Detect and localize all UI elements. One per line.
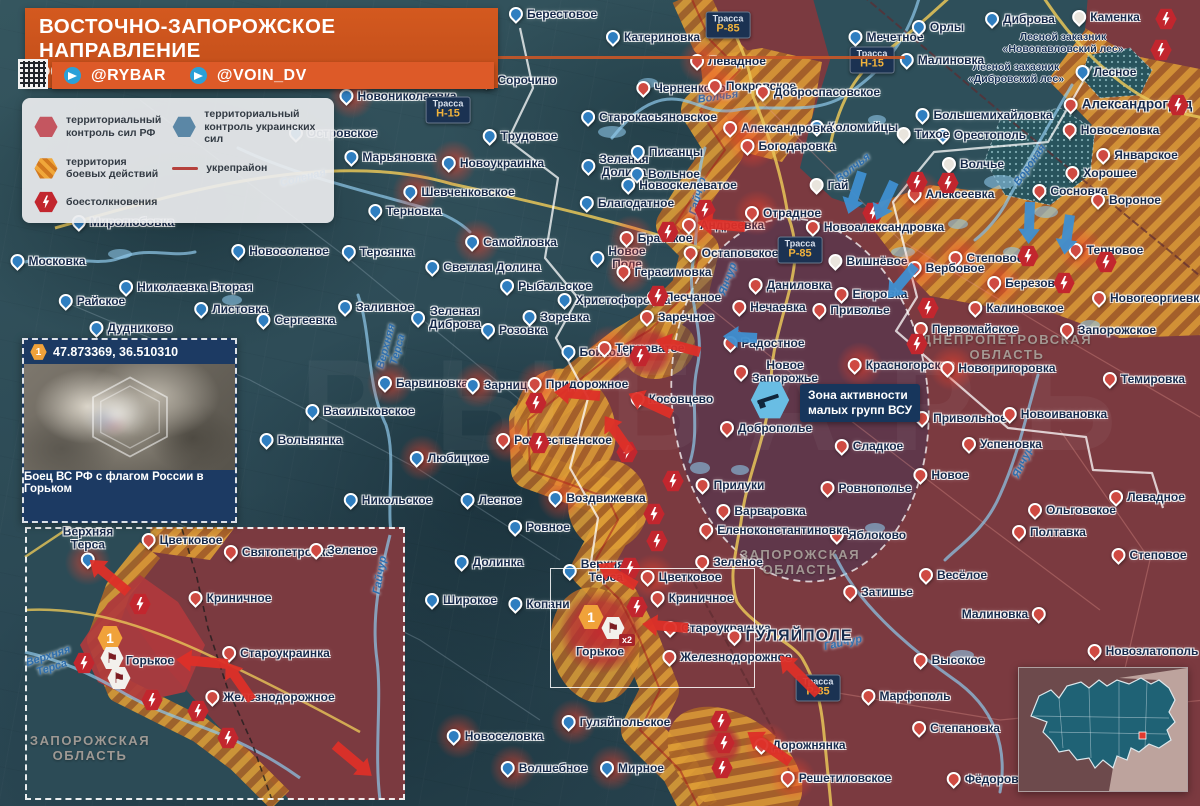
hexagon-watermark [87,374,173,460]
photo-coordinates: 47.873369, 36.510310 [53,345,178,359]
activity-zone-callout: Зона активности малых групп ВСУ [800,384,920,422]
legend-label: боестолкновения [66,196,157,209]
combat-clash-icon [1155,8,1177,30]
combat-clash-icon [73,652,95,674]
combat-clash-icon [937,172,959,194]
combat-clash-icon [619,557,641,579]
legend-fight-icon [34,191,58,213]
ukraine-overview-minimap [1018,667,1188,792]
combat-clash-icon [187,700,209,722]
photo-inset: 1 47.873369, 36.510310 Боец ВС РФ с флаг… [22,338,237,523]
minimap-canvas [1019,668,1187,791]
combat-clash-icon [629,345,651,367]
legend-war-icon [34,157,58,179]
combat-clash-icon [662,470,684,492]
russian-flag-marker: ⚑ [107,666,131,690]
combat-clash-icon [626,596,648,618]
combat-clash-icon [647,285,669,307]
telegram-icon [190,67,207,84]
combat-clash-icon [217,727,239,749]
combat-clash-icon [710,710,732,732]
combat-clash-icon [643,503,665,525]
handle-voin-dv[interactable]: @VOIN_DV [217,67,307,85]
event-marker-icon: 1 [30,344,47,361]
combat-clash-icon [141,689,163,711]
combat-clash-icon [862,202,884,224]
combat-clash-icon [1017,245,1039,267]
combat-clash-icon [525,392,547,414]
legend-item: территориальный контроль украинских сил [172,108,322,146]
telegram-handles-bar: @RYBAR @VOIN_DV [52,62,494,89]
legend-item: территория боевых действий [34,156,164,181]
legend-rf-icon [34,116,58,138]
combat-clash-icon [646,530,668,552]
legend-item: территориальный контроль сил РФ [34,108,164,146]
map-title: ВОСТОЧНО-ЗАПОРОЖСКОЕ НАПРАВЛЕНИЕ [39,15,484,62]
combat-clash-icon [711,757,733,779]
combat-clash-icon [1053,272,1075,294]
combat-clash-icon [616,441,638,463]
flag-count-tag: x2 [619,634,635,646]
legend-ua-icon [172,116,196,138]
combat-clash-icon [1095,251,1117,273]
legend-label: территориальный контроль сил РФ [66,114,164,139]
legend-line-icon [172,167,198,170]
map-legend: территориальный контроль сил РФ территори… [22,98,334,223]
qr-code [18,59,48,89]
telegram-icon [64,67,81,84]
legend-item: боестолкновения [34,191,164,213]
combat-clash-icon [657,221,679,243]
combat-clash-icon [713,732,735,754]
combat-clash-icon [906,171,928,193]
photo-image [24,364,235,470]
legend-item: укрепрайон [172,156,322,181]
combat-clash-icon [528,432,550,454]
combat-clash-icon [906,333,928,355]
photo-header: 1 47.873369, 36.510310 [24,340,235,364]
combat-clash-icon [1167,94,1189,116]
combat-clash-icon [694,199,716,221]
combat-clash-icon [1150,39,1172,61]
numbered-event-marker: 1 [578,604,604,630]
photo-caption: Боец ВС РФ с флагом России в Горьком [24,470,235,496]
handle-rybar[interactable]: @RYBAR [91,67,166,85]
legend-label: территориальный контроль украинских сил [204,108,322,146]
war-situation-map: РЫБАРЬ НовониколаевкаБерестовоеКатеринов… [0,0,1200,806]
legend-label: территория боевых действий [66,156,164,181]
combat-clash-icon [917,297,939,319]
combat-clash-icon [129,593,151,615]
legend-label: укрепрайон [206,162,267,175]
